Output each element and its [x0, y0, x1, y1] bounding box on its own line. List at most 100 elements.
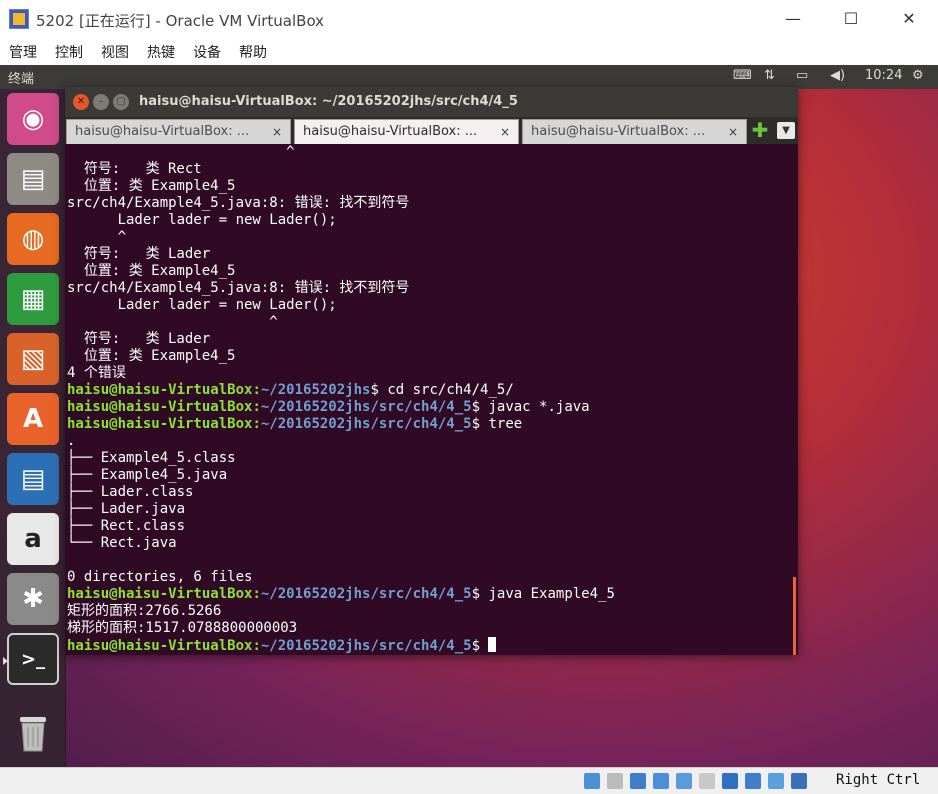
menu-view[interactable]: 视图 [101, 42, 129, 62]
launcher-libreoffice-calc-icon[interactable]: ▦ [7, 273, 59, 325]
prompt-line: haisu@haisu-VirtualBox:~/20165202jhs/src… [67, 416, 792, 433]
status-usb-icon[interactable] [653, 773, 669, 789]
tab-close-icon[interactable]: × [728, 120, 738, 144]
maximize-button[interactable]: ☐ [822, 0, 880, 38]
menu-hotkeys[interactable]: 热键 [147, 42, 175, 62]
libreoffice-impress-glyph: ▧ [20, 344, 46, 374]
new-tab-icon[interactable]: ✚ [751, 120, 769, 140]
prompt-separator: : [252, 382, 261, 398]
command-text: java Example4_5 [480, 586, 615, 602]
terminal-scrollbar[interactable] [793, 577, 796, 655]
status-hdd-icon[interactable] [584, 773, 600, 789]
ubuntu-top-panel: 终端 ⌨ ⇅ ▭ ◀) 10:24 ⚙ [0, 65, 938, 89]
menu-manage[interactable]: 管理 [9, 42, 37, 62]
menu-control[interactable]: 控制 [55, 42, 83, 62]
close-button[interactable]: ✕ [880, 0, 938, 38]
status-keyboard-capture-icon[interactable] [791, 773, 807, 789]
libreoffice-writer-glyph: ▤ [20, 464, 46, 494]
system-settings-icon[interactable]: ⚙ [912, 68, 924, 83]
terminal-tab-2[interactable]: haisu@haisu-VirtualBox: ... × [294, 119, 519, 144]
terminal-tab-1[interactable]: haisu@haisu-VirtualBox: ... × [66, 119, 291, 144]
output-line: 矩形的面积:2766.5266 [67, 603, 222, 619]
launcher-system-settings-icon[interactable]: ✱ [7, 573, 59, 625]
active-app-name[interactable]: 终端 [8, 68, 34, 87]
terminal-maximize-button[interactable]: ▢ [113, 94, 129, 110]
status-mouse-integration-icon[interactable] [745, 773, 761, 789]
command-text [480, 638, 488, 654]
volume-icon[interactable]: ◀) [830, 68, 845, 83]
launcher-ubuntu-software-icon[interactable]: A [7, 393, 59, 445]
trash-icon[interactable] [7, 707, 59, 759]
status-display-icon[interactable] [699, 773, 715, 789]
status-video-capture-icon[interactable] [722, 773, 738, 789]
launcher-libreoffice-writer-icon[interactable]: ▤ [7, 453, 59, 505]
guest-screen[interactable]: 终端 ⌨ ⇅ ▭ ◀) 10:24 ⚙ ◉ ▤ ◍ ▦ ▧ A ▤ a ✱ >_ ✕ – ▢ ha… [0, 65, 938, 767]
tab-menu-icon[interactable]: ▼ [777, 122, 795, 139]
output-line: src/ch4/Example4_5.java:8: 错误: 找不到符号 [67, 280, 410, 296]
terminal-glyph: >_ [20, 648, 46, 670]
battery-icon[interactable]: ▭ [796, 68, 808, 83]
minimize-button[interactable]: — [764, 0, 822, 38]
prompt-separator: : [252, 586, 261, 602]
tab-label: haisu@haisu-VirtualBox: ... [531, 124, 706, 139]
network-icon[interactable]: ⇅ [764, 68, 775, 83]
keyboard-icon[interactable]: ⌨ [733, 68, 752, 83]
terminal-minimize-button[interactable]: – [93, 94, 109, 110]
launcher-amazon-icon[interactable]: a [7, 513, 59, 565]
output-line: 符号: 类 Rect [67, 161, 202, 177]
status-network-icon[interactable] [630, 773, 646, 789]
output-line: 位置: 类 Example4_5 [67, 263, 236, 279]
output-line: 符号: 类 Lader [67, 246, 211, 262]
output-line: 符号: 类 Lader [67, 331, 211, 347]
command-text: tree [480, 416, 523, 432]
terminal-output[interactable]: ^ 符号: 类 Rect 位置: 类 Example4_5 src/ch4/Exa… [67, 144, 792, 655]
output-line: 4 个错误 [67, 365, 126, 381]
firefox-glyph: ◍ [21, 224, 45, 254]
prompt-separator: : [252, 416, 261, 432]
vbox-statusbar: Right Ctrl [0, 767, 938, 794]
clock[interactable]: 10:24 [865, 68, 902, 83]
menu-help[interactable]: 帮助 [239, 42, 267, 62]
launcher-terminal-icon[interactable]: >_ [3, 633, 59, 685]
ubuntu-dash-glyph: ◉ [21, 104, 45, 134]
launcher-ubuntu-dash-icon[interactable]: ◉ [7, 93, 59, 145]
prompt-path: ~/20165202jhs/src/ch4/4_5 [260, 416, 472, 432]
prompt-user: haisu@haisu-VirtualBox [67, 399, 253, 415]
vbox-titlebar: 5202 [正在运行] - Oracle VM VirtualBox — ☐ ✕ [0, 0, 938, 39]
window-title: 5202 [正在运行] - Oracle VM VirtualBox [36, 12, 325, 30]
terminal-titlebar[interactable]: ✕ – ▢ haisu@haisu-VirtualBox: ~/20165202… [65, 87, 798, 117]
tab-close-icon[interactable]: × [500, 120, 510, 144]
prompt-user: haisu@haisu-VirtualBox [67, 382, 253, 398]
prompt-symbol: $ [471, 399, 481, 415]
terminal-close-button[interactable]: ✕ [73, 94, 89, 110]
launcher-files-icon[interactable]: ▤ [7, 153, 59, 205]
status-optical-icon[interactable] [607, 773, 623, 789]
prompt-separator: : [252, 638, 261, 654]
menu-devices[interactable]: 设备 [193, 42, 221, 62]
output-line: . [67, 433, 76, 449]
terminal-window[interactable]: ✕ – ▢ haisu@haisu-VirtualBox: ~/20165202… [65, 87, 798, 655]
prompt-path: ~/20165202jhs/src/ch4/4_5 [260, 586, 472, 602]
system-settings-glyph: ✱ [22, 584, 44, 614]
terminal-title: haisu@haisu-VirtualBox: ~/20165202jhs/sr… [139, 94, 518, 109]
prompt-symbol: $ [471, 586, 481, 602]
launcher-libreoffice-impress-icon[interactable]: ▧ [7, 333, 59, 385]
terminal-tab-3[interactable]: haisu@haisu-VirtualBox: ... × [522, 119, 747, 144]
prompt-symbol: $ [370, 382, 379, 398]
status-shared-folder-icon[interactable] [676, 773, 692, 789]
output-line: 梯形的面积:1517.0788800000003 [67, 620, 298, 636]
tab-close-icon[interactable]: × [272, 120, 282, 144]
terminal-tabbar: haisu@haisu-VirtualBox: ... × haisu@hais… [65, 117, 798, 144]
launcher-firefox-icon[interactable]: ◍ [7, 213, 59, 265]
prompt-symbol: $ [471, 416, 481, 432]
status-cpu-icon[interactable] [768, 773, 784, 789]
terminal-cursor [488, 637, 497, 652]
output-line: src/ch4/Example4_5.java:8: 错误: 找不到符号 [67, 195, 410, 211]
output-line: Lader lader = new Lader(); [67, 297, 337, 313]
output-line: └── Rect.java [67, 535, 177, 551]
output-line: ├── Example4_5.class [67, 450, 236, 466]
prompt-symbol: $ [471, 638, 481, 654]
prompt-line: haisu@haisu-VirtualBox:~/20165202jhs/src… [67, 637, 792, 654]
files-glyph: ▤ [20, 164, 46, 194]
